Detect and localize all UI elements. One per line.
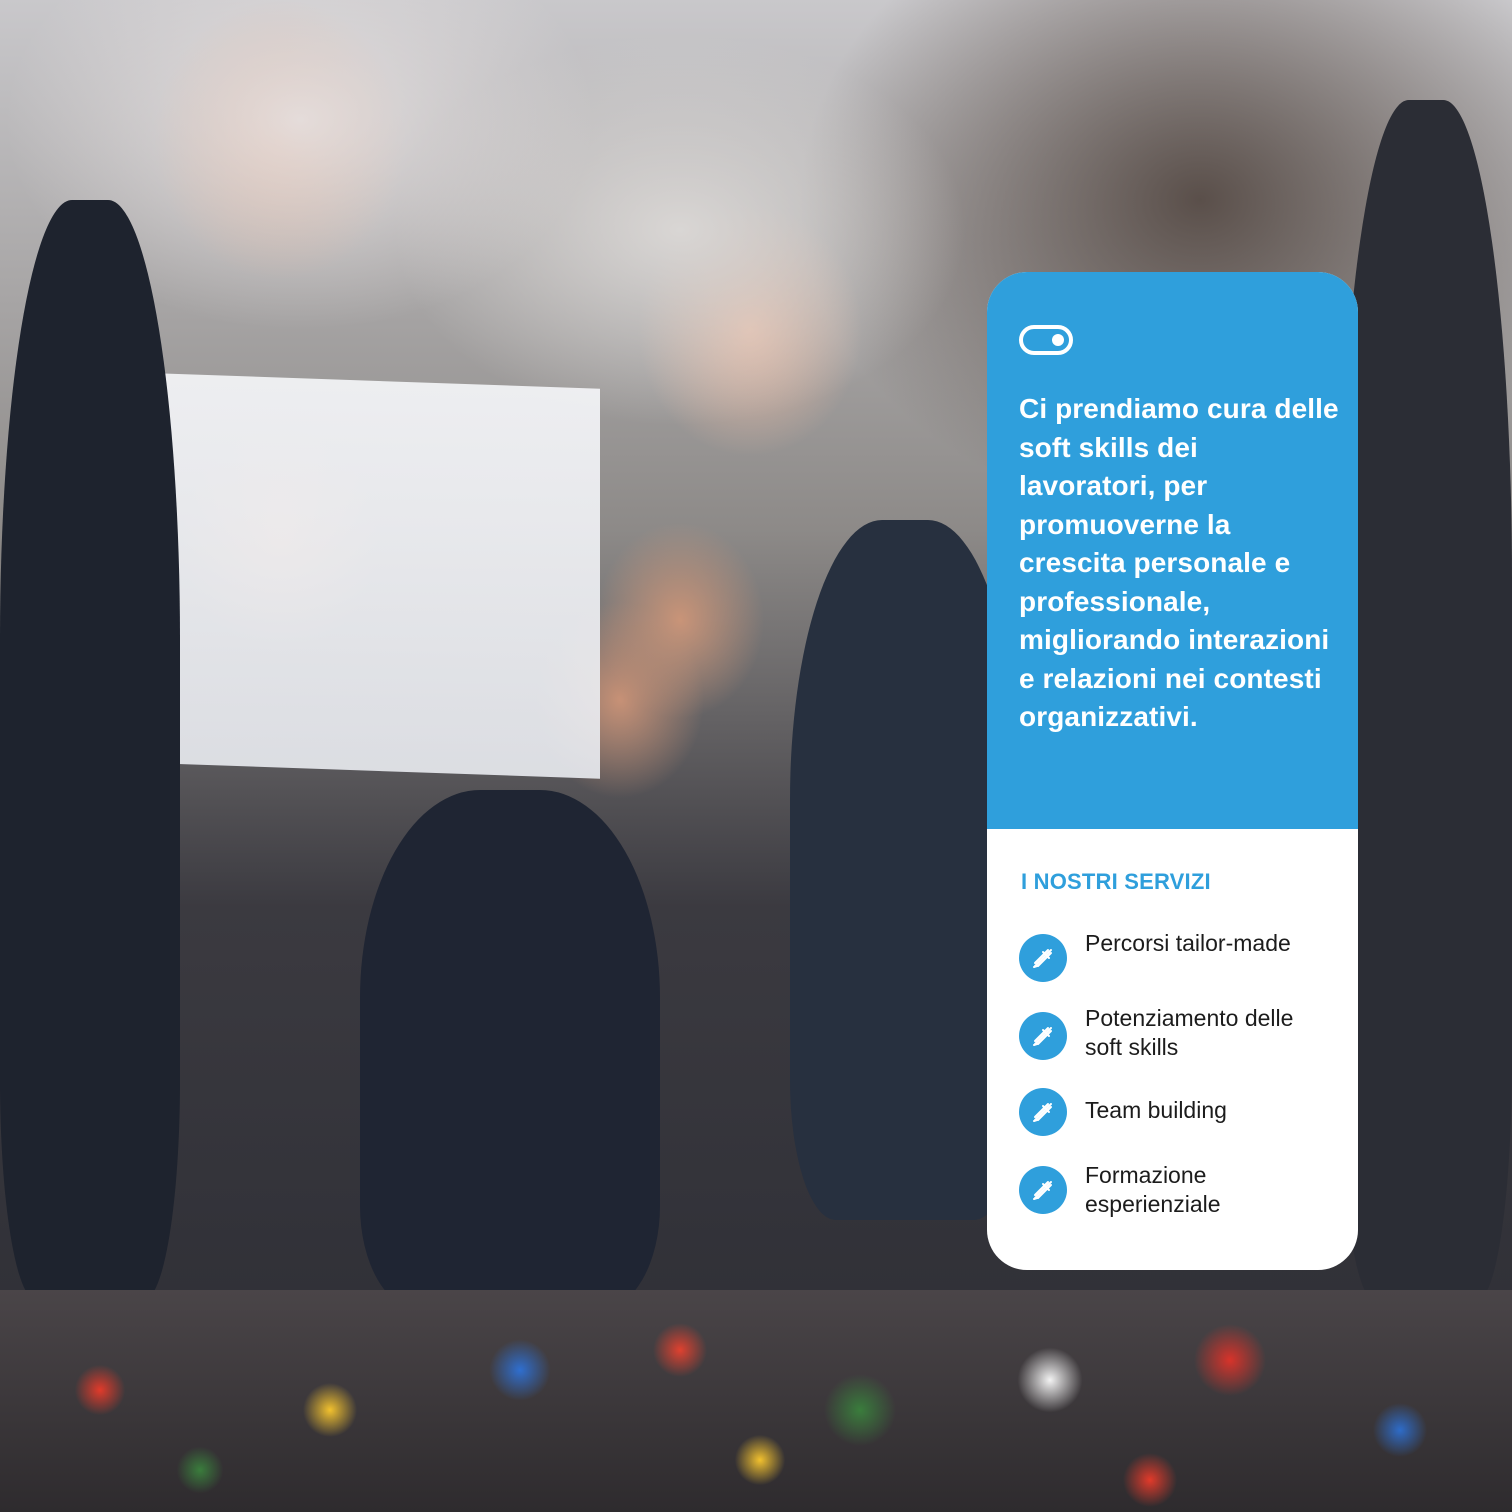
- person-right: [790, 520, 1020, 1220]
- card-header: Ci prendiamo cura delle soft skills dei …: [987, 272, 1358, 829]
- service-item-formazione: Formazione esperienziale: [1019, 1162, 1339, 1236]
- service-label: Percorsi tailor-made: [1085, 930, 1291, 956]
- info-card: Ci prendiamo cura delle soft skills dei …: [987, 272, 1358, 1270]
- service-label: Formazione esperienziale: [1085, 1162, 1221, 1217]
- lego-bricks: [0, 1290, 1512, 1512]
- person-far-right: [1340, 100, 1512, 1300]
- service-item-percorsi: Percorsi tailor-made: [1019, 930, 1339, 1000]
- rocket-icon: [1019, 1012, 1067, 1060]
- toggle-switch-icon: [1019, 325, 1073, 355]
- person-center: [360, 790, 660, 1310]
- service-item-team-building: Team building: [1019, 1088, 1339, 1158]
- person-left: [0, 200, 180, 1300]
- service-item-potenziamento: Potenziamento delle soft skills: [1019, 1005, 1339, 1079]
- rocket-icon: [1019, 934, 1067, 982]
- rocket-icon: [1019, 1166, 1067, 1214]
- service-label: Team building: [1085, 1097, 1227, 1123]
- rocket-icon: [1019, 1088, 1067, 1136]
- services-title: I NOSTRI SERVIZI: [1021, 869, 1211, 894]
- service-label: Potenziamento delle soft skills: [1085, 1005, 1294, 1060]
- headline-text: Ci prendiamo cura delle soft skills dei …: [1019, 393, 1339, 732]
